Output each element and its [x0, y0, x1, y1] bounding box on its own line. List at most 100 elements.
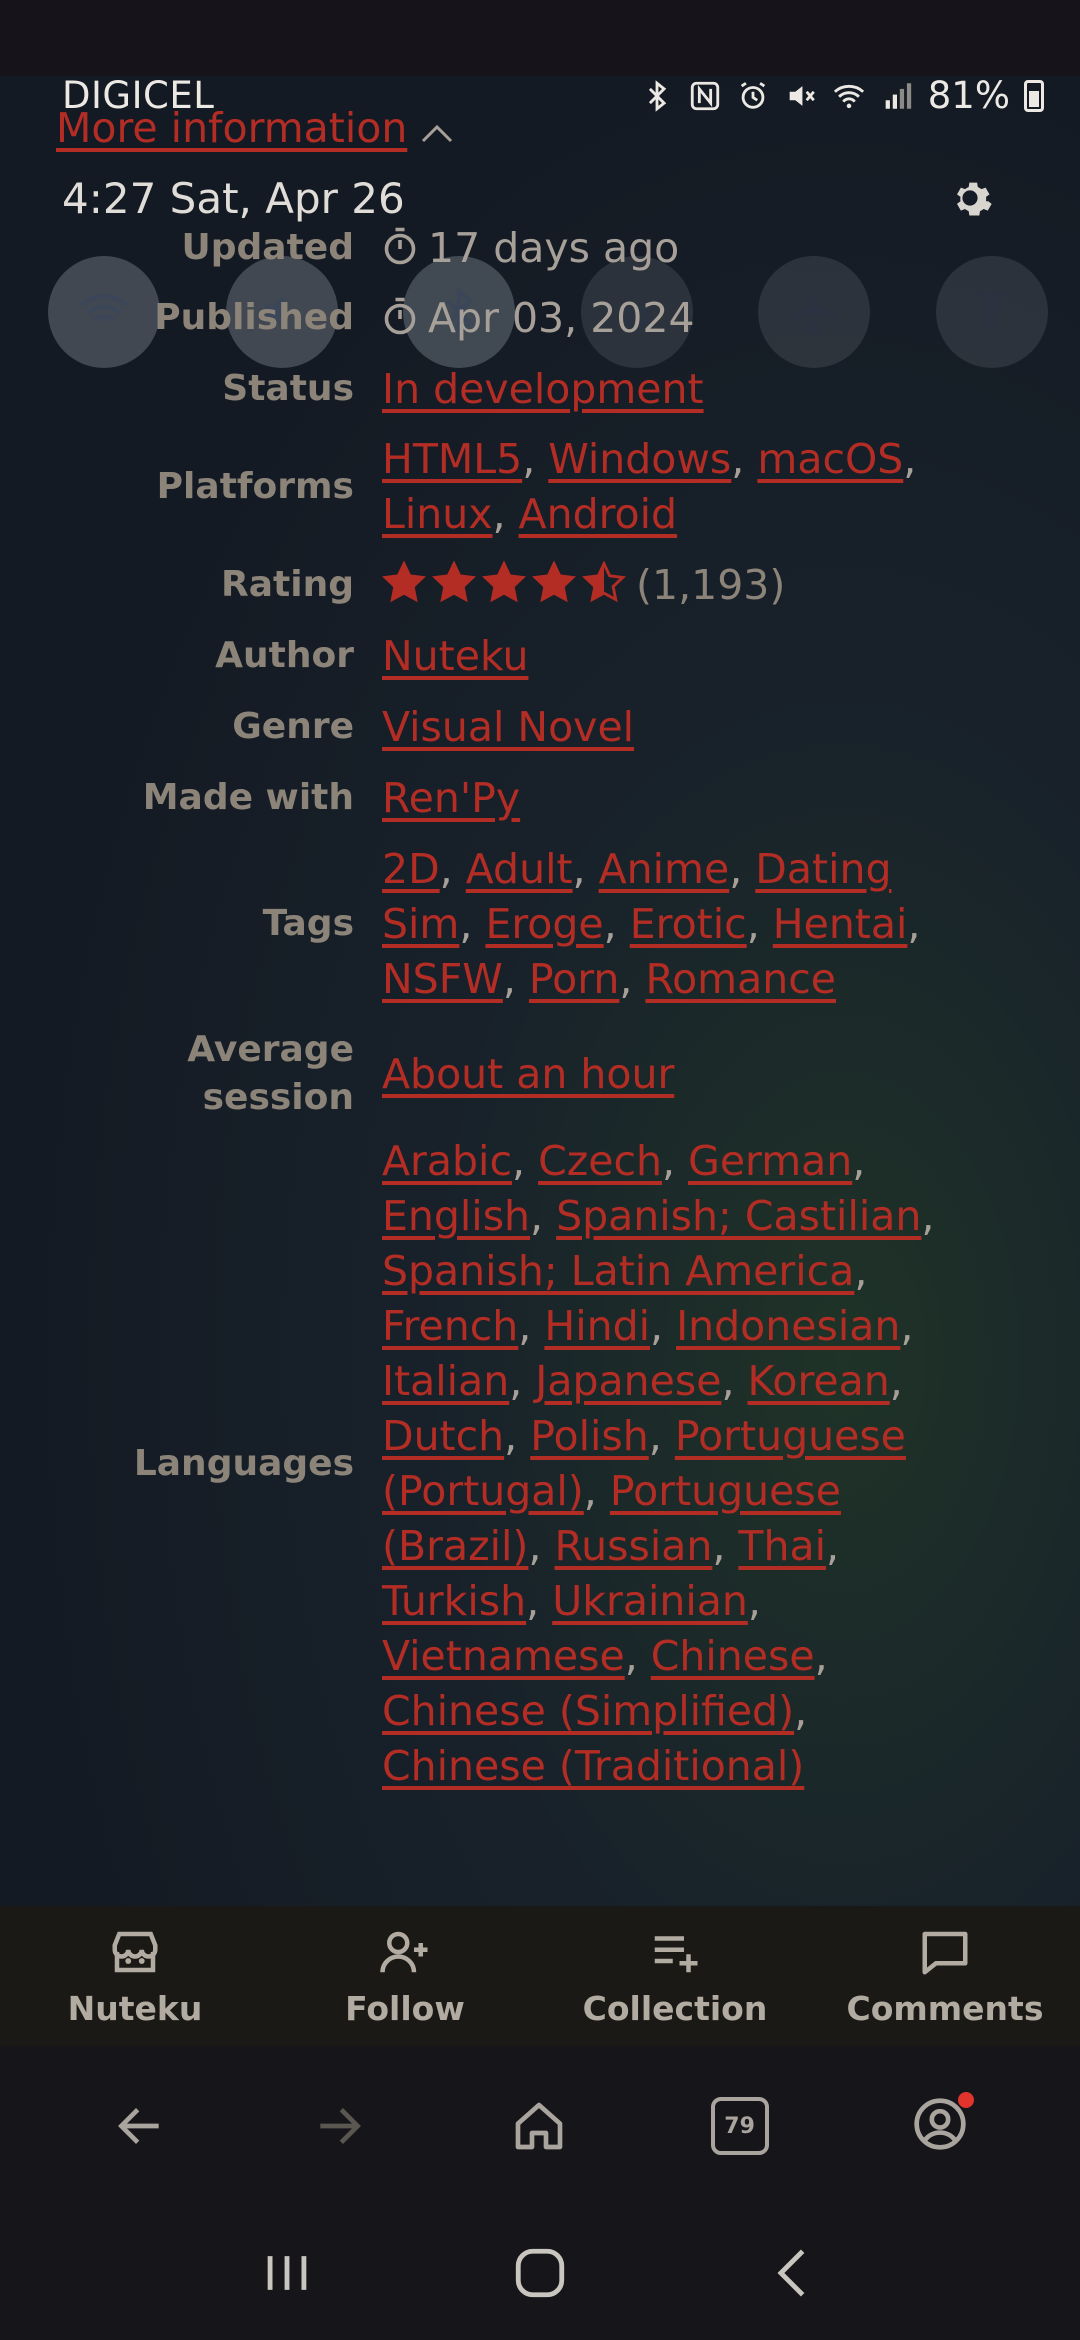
back-icon[interactable]	[764, 2244, 822, 2302]
separator: ,	[852, 1137, 866, 1185]
home-icon[interactable]	[511, 2098, 567, 2154]
language-link[interactable]: Thai	[738, 1522, 826, 1570]
language-link[interactable]: Chinese (Traditional)	[382, 1742, 804, 1790]
tag-link[interactable]: Romance	[645, 955, 836, 1003]
updated-label: Updated	[181, 227, 354, 268]
language-link[interactable]: Arabic	[382, 1137, 512, 1185]
game-info-table: Updated 17 days ago Published Apr 03, 20…	[0, 214, 1080, 1794]
tag-link[interactable]: NSFW	[382, 955, 503, 1003]
author-link[interactable]: Nuteku	[382, 632, 528, 680]
languages-value: Arabic, Czech, German, English, Spanish;…	[382, 1134, 942, 1794]
more-information-link[interactable]: More information	[56, 104, 407, 152]
game-action-bar: Nuteku Follow Collection Comments	[0, 1906, 1080, 2046]
comments-button[interactable]: Comments	[810, 1906, 1080, 2046]
bluetooth-icon	[648, 79, 666, 112]
languages-label: Languages	[133, 1443, 354, 1484]
platform-link[interactable]: macOS	[757, 435, 903, 483]
language-link[interactable]: Ukrainian	[552, 1577, 748, 1625]
platform-link[interactable]: HTML5	[382, 435, 522, 483]
battery-percent: 81%	[927, 74, 1010, 117]
language-link[interactable]: German	[688, 1137, 852, 1185]
recent-apps-icon[interactable]	[258, 2244, 316, 2302]
separator: ,	[650, 1302, 677, 1350]
language-link[interactable]: Czech	[538, 1137, 662, 1185]
language-link[interactable]: Italian	[382, 1357, 509, 1405]
collection-button-label: Collection	[582, 1988, 768, 2028]
session-label-line1: Average	[187, 1029, 354, 1070]
tag-link[interactable]: Anime	[599, 845, 730, 893]
language-link[interactable]: Chinese (Simplified)	[382, 1687, 794, 1735]
language-link[interactable]: Indonesian	[676, 1302, 900, 1350]
author-value: Nuteku	[382, 629, 942, 684]
status-value: In development	[382, 362, 942, 417]
language-link[interactable]: Spanish; Latin America	[382, 1247, 854, 1295]
tag-link[interactable]: Adult	[466, 845, 573, 893]
author-label: Author	[215, 635, 354, 676]
tag-link[interactable]: Eroge	[485, 900, 603, 948]
separator: ,	[624, 1632, 651, 1680]
collection-button[interactable]: Collection	[540, 1906, 810, 2046]
forward-arrow-icon[interactable]	[311, 2098, 367, 2154]
published-text: Apr 03, 2024	[428, 293, 695, 342]
separator: ,	[921, 1192, 935, 1240]
language-link[interactable]: Russian	[554, 1522, 712, 1570]
chevron-up-icon[interactable]	[420, 122, 454, 144]
platform-link[interactable]: Android	[519, 490, 678, 538]
separator: ,	[504, 1412, 531, 1460]
info-row-made-with: Made with Ren'Py	[0, 762, 1080, 834]
separator: ,	[583, 1467, 610, 1515]
separator: ,	[526, 1577, 553, 1625]
language-link[interactable]: English	[382, 1192, 530, 1240]
made-with-value: Ren'Py	[382, 771, 942, 826]
language-link[interactable]: Vietnamese	[382, 1632, 625, 1680]
language-link[interactable]: Japanese	[535, 1357, 721, 1405]
session-link[interactable]: About an hour	[382, 1050, 674, 1098]
home-button-icon[interactable]	[511, 2244, 569, 2302]
tabs-button[interactable]: 79	[710, 2097, 769, 2155]
language-link[interactable]: French	[382, 1302, 518, 1350]
separator: ,	[814, 1632, 828, 1680]
rating-value[interactable]: (1,193)	[382, 558, 942, 613]
star-filled-icon	[482, 560, 526, 602]
playlist-add-icon	[654, 1935, 698, 1972]
info-row-tags: Tags 2D, Adult, Anime, Dating Sim, Eroge…	[0, 834, 1080, 1014]
engine-link[interactable]: Ren'Py	[382, 774, 520, 822]
separator: ,	[530, 1192, 557, 1240]
comment-icon	[922, 1931, 968, 1974]
info-row-languages: Languages Arabic, Czech, German, English…	[0, 1134, 1080, 1794]
language-link[interactable]: Polish	[530, 1412, 648, 1460]
tag-link[interactable]: Hentai	[773, 900, 908, 948]
platforms-label: Platforms	[156, 466, 354, 507]
language-link[interactable]: Turkish	[382, 1577, 526, 1625]
separator: ,	[854, 1247, 868, 1295]
language-link[interactable]: Dutch	[382, 1412, 504, 1460]
tags-value: 2D, Adult, Anime, Dating Sim, Eroge, Ero…	[382, 844, 921, 1003]
language-link[interactable]: Spanish; Castilian	[556, 1192, 921, 1240]
genre-link[interactable]: Visual Novel	[382, 703, 634, 751]
alarm-icon	[740, 81, 765, 109]
star-filled-icon	[432, 560, 476, 602]
platform-link[interactable]: Linux	[382, 490, 492, 538]
account-button[interactable]	[912, 2092, 975, 2156]
language-link[interactable]: Chinese	[651, 1632, 815, 1680]
wifi-icon	[833, 84, 864, 108]
platform-link[interactable]: Windows	[548, 435, 731, 483]
follow-button[interactable]: Follow	[270, 1906, 540, 2046]
tag-link[interactable]: Erotic	[630, 900, 747, 948]
language-link[interactable]: Korean	[748, 1357, 890, 1405]
tag-link[interactable]: 2D	[382, 845, 440, 893]
separator: ,	[900, 1302, 914, 1350]
info-row-author: Author Nuteku	[0, 620, 1080, 692]
tag-link[interactable]: Porn	[529, 955, 619, 1003]
separator: ,	[889, 1357, 903, 1405]
language-link[interactable]: Hindi	[544, 1302, 650, 1350]
back-arrow-icon[interactable]	[112, 2098, 168, 2154]
info-row-platforms: Platforms HTML5, Windows, macOS, Linux, …	[0, 424, 1080, 550]
separator: ,	[661, 1137, 689, 1185]
separator: ,	[528, 1522, 555, 1570]
status-link[interactable]: In development	[382, 365, 704, 413]
rating-count: (1,193)	[636, 560, 786, 609]
author-page-button[interactable]: Nuteku	[0, 1906, 270, 2046]
signal-icon	[885, 82, 911, 109]
stopwatch-icon	[384, 227, 416, 264]
